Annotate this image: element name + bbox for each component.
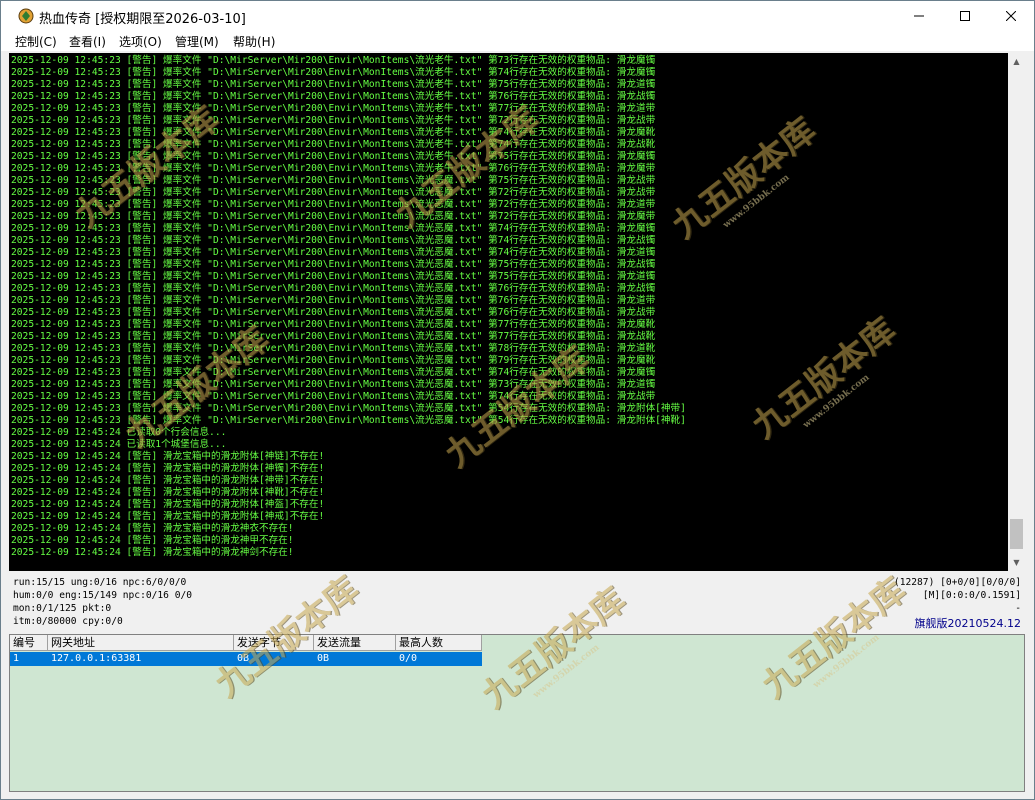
log-line: 2025-12-09 12:45:23 [警告] 爆率文件 "D:\MirSer… bbox=[11, 403, 686, 414]
status-run: run:15/15 ung:0/16 npc:6/0/0/0 bbox=[13, 577, 187, 588]
status-itm: itm:0/80000 cpy:0/0 bbox=[13, 616, 123, 627]
log-line: 2025-12-09 12:45:23 [警告] 爆率文件 "D:\MirSer… bbox=[11, 379, 656, 390]
close-button[interactable] bbox=[988, 1, 1034, 31]
log-line: 2025-12-09 12:45:23 [警告] 爆率文件 "D:\MirSer… bbox=[11, 55, 656, 66]
log-line: 2025-12-09 12:45:23 [警告] 爆率文件 "D:\MirSer… bbox=[11, 295, 656, 306]
col-max-users[interactable]: 最高人数 bbox=[396, 635, 482, 651]
log-line: 2025-12-09 12:45:24 [警告] 滑龙宝箱中的滑龙附体[神盔]不… bbox=[11, 499, 325, 510]
log-console[interactable]: 2025-12-09 12:45:23 [警告] 爆率文件 "D:\MirSer… bbox=[9, 53, 1025, 571]
log-line: 2025-12-09 12:45:23 [警告] 爆率文件 "D:\MirSer… bbox=[11, 355, 656, 366]
log-line: 2025-12-09 12:45:23 [警告] 爆率文件 "D:\MirSer… bbox=[11, 307, 656, 318]
log-line: 2025-12-09 12:45:23 [警告] 爆率文件 "D:\MirSer… bbox=[11, 235, 656, 246]
log-line: 2025-12-09 12:45:23 [警告] 爆率文件 "D:\MirSer… bbox=[11, 139, 656, 150]
main-window: 热血传奇 [授权期限至2026-03-10] 控制(C) 查看(I) 选项(O)… bbox=[0, 0, 1035, 800]
log-line: 2025-12-09 12:45:24 [警告] 滑龙宝箱中的滑龙附体[神镯]不… bbox=[11, 463, 325, 474]
log-line: 2025-12-09 12:45:23 [警告] 爆率文件 "D:\MirSer… bbox=[11, 247, 656, 258]
log-line: 2025-12-09 12:45:24 [警告] 滑龙宝箱中的滑龙神衣不存在! bbox=[11, 523, 294, 534]
status-dash: - bbox=[1015, 603, 1021, 614]
log-line: 2025-12-09 12:45:23 [警告] 爆率文件 "D:\MirSer… bbox=[11, 175, 656, 186]
cell-address: 127.0.0.1:63381 bbox=[51, 653, 142, 664]
status-hum: hum:0/0 eng:15/149 npc:0/16 0/0 bbox=[13, 590, 193, 601]
log-line: 2025-12-09 12:45:23 [警告] 爆率文件 "D:\MirSer… bbox=[11, 259, 656, 270]
menu-bar: 控制(C) 查看(I) 选项(O) 管理(M) 帮助(H) bbox=[1, 31, 1034, 52]
col-address[interactable]: 网关地址 bbox=[48, 635, 234, 651]
title-bar[interactable]: 热血传奇 [授权期限至2026-03-10] bbox=[1, 1, 1034, 31]
version-label: 旗舰版20210524.12 bbox=[914, 617, 1021, 630]
scroll-thumb[interactable] bbox=[1010, 519, 1023, 549]
cell-id: 1 bbox=[13, 653, 20, 664]
log-lines: 2025-12-09 12:45:23 [警告] 爆率文件 "D:\MirSer… bbox=[11, 55, 686, 559]
log-line: 2025-12-09 12:45:24 [警告] 滑龙宝箱中的滑龙附体[神靴]不… bbox=[11, 487, 325, 498]
log-line: 2025-12-09 12:45:23 [警告] 爆率文件 "D:\MirSer… bbox=[11, 187, 656, 198]
window-title: 热血传奇 [授权期限至2026-03-10] bbox=[39, 12, 246, 27]
scroll-down-icon[interactable]: ▼ bbox=[1008, 554, 1025, 571]
log-line: 2025-12-09 12:45:23 [警告] 爆率文件 "D:\MirSer… bbox=[11, 223, 656, 234]
log-line: 2025-12-09 12:45:23 [警告] 爆率文件 "D:\MirSer… bbox=[11, 271, 656, 282]
log-line: 2025-12-09 12:45:23 [警告] 爆率文件 "D:\MirSer… bbox=[11, 163, 656, 174]
log-line: 2025-12-09 12:45:24 [警告] 滑龙宝箱中的滑龙附体[神带]不… bbox=[11, 475, 325, 486]
log-line: 2025-12-09 12:45:23 [警告] 爆率文件 "D:\MirSer… bbox=[11, 115, 656, 126]
log-line: 2025-12-09 12:45:23 [警告] 爆率文件 "D:\MirSer… bbox=[11, 283, 656, 294]
log-line: 2025-12-09 12:45:23 [警告] 爆率文件 "D:\MirSer… bbox=[11, 211, 656, 222]
log-line: 2025-12-09 12:45:23 [警告] 爆率文件 "D:\MirSer… bbox=[11, 391, 656, 402]
scroll-up-icon[interactable]: ▲ bbox=[1008, 53, 1025, 70]
log-line: 2025-12-09 12:45:24 已读取0个行会信息... bbox=[11, 427, 227, 438]
status-timing: [M][0:0:0/0.1591] bbox=[922, 590, 1021, 601]
maximize-button[interactable] bbox=[942, 1, 988, 31]
menu-control[interactable]: 控制(C) bbox=[15, 33, 57, 50]
log-line: 2025-12-09 12:45:23 [警告] 爆率文件 "D:\MirSer… bbox=[11, 367, 656, 378]
app-icon bbox=[17, 7, 35, 25]
log-line: 2025-12-09 12:45:24 [警告] 滑龙宝箱中的滑龙附体[神戒]不… bbox=[11, 511, 325, 522]
log-line: 2025-12-09 12:45:23 [警告] 爆率文件 "D:\MirSer… bbox=[11, 127, 656, 138]
console-scrollbar[interactable]: ▲ ▼ bbox=[1008, 53, 1025, 571]
cell-sent-bytes: 0B bbox=[237, 653, 250, 664]
menu-view[interactable]: 查看(I) bbox=[69, 33, 106, 50]
log-line: 2025-12-09 12:45:24 [警告] 滑龙宝箱中的滑龙神甲不存在! bbox=[11, 535, 294, 546]
status-panel: run:15/15 ung:0/16 npc:6/0/0/0 hum:0/0 e… bbox=[9, 573, 1025, 633]
log-line: 2025-12-09 12:45:23 [警告] 爆率文件 "D:\MirSer… bbox=[11, 79, 656, 90]
status-mon: mon:0/1/125 pkt:0 bbox=[13, 603, 112, 614]
log-line: 2025-12-09 12:45:23 [警告] 爆率文件 "D:\MirSer… bbox=[11, 199, 656, 210]
menu-help[interactable]: 帮助(H) bbox=[233, 33, 275, 50]
col-id[interactable]: 编号 bbox=[10, 635, 48, 651]
log-line: 2025-12-09 12:45:24 [警告] 滑龙宝箱中的滑龙附体[神链]不… bbox=[11, 451, 325, 462]
menu-options[interactable]: 选项(O) bbox=[119, 33, 162, 50]
minimize-button[interactable] bbox=[896, 1, 942, 31]
status-connections: (12287) [0+0/0][0/0/0] bbox=[893, 577, 1021, 588]
menu-manage[interactable]: 管理(M) bbox=[175, 33, 219, 50]
table-row[interactable]: 1 127.0.0.1:63381 0B 0B 0/0 bbox=[10, 652, 482, 666]
cell-max-users: 0/0 bbox=[399, 653, 418, 664]
cell-sent-traffic: 0B bbox=[317, 653, 330, 664]
col-sent-bytes[interactable]: 发送字节 bbox=[234, 635, 314, 651]
log-line: 2025-12-09 12:45:23 [警告] 爆率文件 "D:\MirSer… bbox=[11, 343, 656, 354]
log-line: 2025-12-09 12:45:23 [警告] 爆率文件 "D:\MirSer… bbox=[11, 151, 656, 162]
log-line: 2025-12-09 12:45:23 [警告] 爆率文件 "D:\MirSer… bbox=[11, 67, 656, 78]
log-line: 2025-12-09 12:45:23 [警告] 爆率文件 "D:\MirSer… bbox=[11, 103, 656, 114]
log-line: 2025-12-09 12:45:23 [警告] 爆率文件 "D:\MirSer… bbox=[11, 331, 656, 342]
log-line: 2025-12-09 12:45:24 [警告] 滑龙宝箱中的滑龙神剑不存在! bbox=[11, 547, 294, 558]
col-sent-traffic[interactable]: 发送流量 bbox=[314, 635, 396, 651]
log-line: 2025-12-09 12:45:23 [警告] 爆率文件 "D:\MirSer… bbox=[11, 319, 656, 330]
log-line: 2025-12-09 12:45:24 已读取1个城堡信息... bbox=[11, 439, 227, 450]
log-line: 2025-12-09 12:45:23 [警告] 爆率文件 "D:\MirSer… bbox=[11, 415, 686, 426]
log-line: 2025-12-09 12:45:23 [警告] 爆率文件 "D:\MirSer… bbox=[11, 91, 656, 102]
gate-list[interactable]: 编号 网关地址 发送字节 发送流量 最高人数 1 127.0.0.1:63381… bbox=[9, 634, 1025, 792]
